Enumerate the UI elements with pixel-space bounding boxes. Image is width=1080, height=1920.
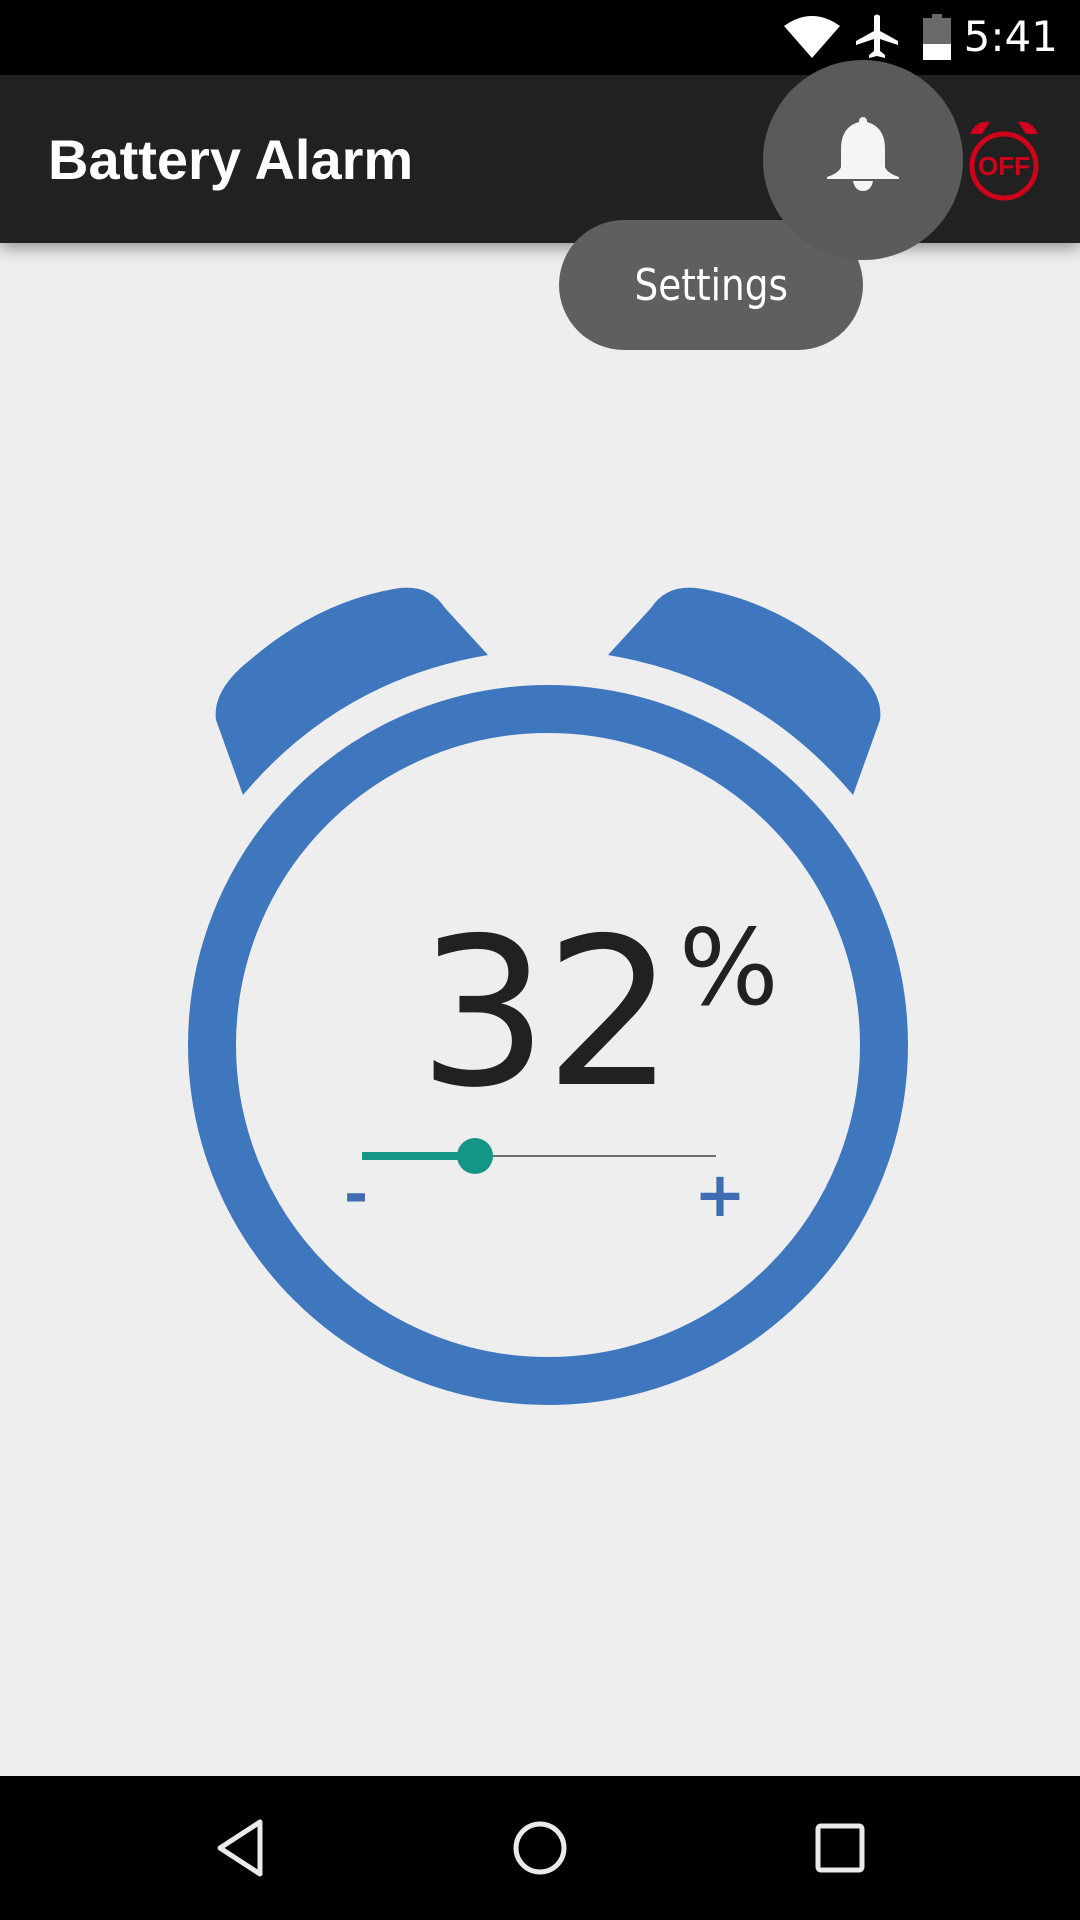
recents-icon	[815, 1823, 865, 1873]
home-icon	[513, 1821, 567, 1875]
decrease-button[interactable]: -	[344, 1160, 368, 1228]
nav-home-button[interactable]	[450, 1776, 630, 1920]
threshold-slider[interactable]	[362, 1134, 716, 1178]
alarm-clock-icon: OFF	[969, 121, 1039, 201]
slider-thumb[interactable]	[457, 1138, 494, 1174]
nav-recents-button[interactable]	[750, 1776, 930, 1920]
tooltip-label: Settings	[634, 259, 788, 311]
increase-button[interactable]: +	[694, 1158, 746, 1231]
bell-icon	[827, 117, 899, 191]
percent-value: 32	[418, 895, 675, 1133]
navigation-bar	[0, 1776, 1080, 1920]
nav-back-button[interactable]	[150, 1776, 330, 1920]
alarm-off-label: OFF	[978, 151, 1030, 181]
settings-bell-button[interactable]	[763, 60, 963, 260]
back-icon	[217, 1819, 263, 1877]
battery-threshold-readout: 32%	[418, 907, 779, 1117]
percent-symbol: %	[678, 907, 779, 1029]
app-title: Battery Alarm	[48, 128, 414, 191]
alarm-toggle-button[interactable]: OFF	[968, 118, 1040, 207]
